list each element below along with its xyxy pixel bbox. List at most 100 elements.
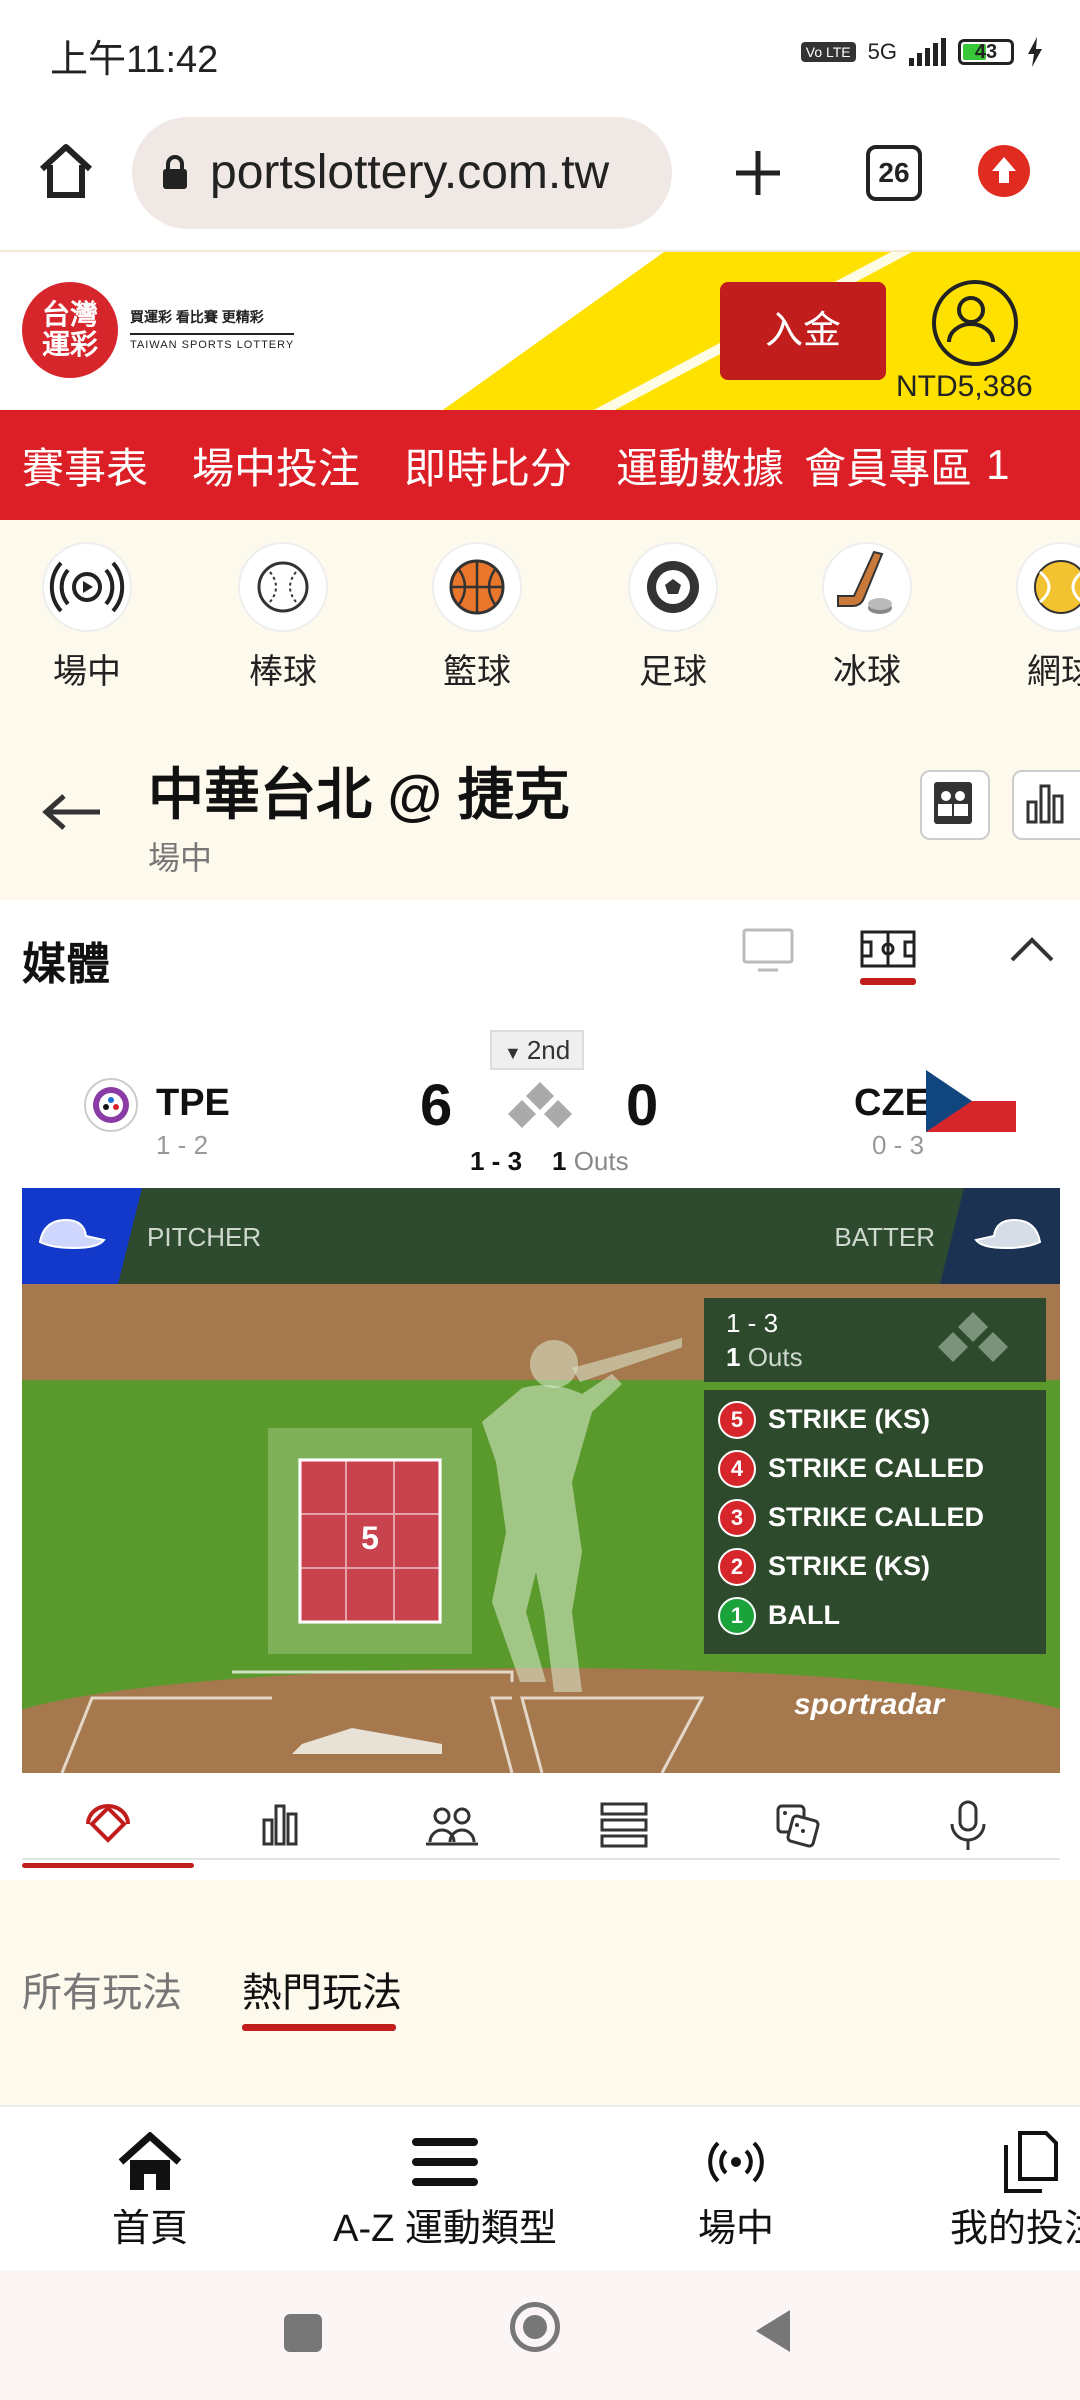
list-icon [600,1802,648,1848]
stats-button[interactable] [1012,770,1080,840]
system-nav-bar [0,2270,1080,2400]
logo-slogan: 買運彩 看比賽 更精彩 TAIWAN SPORTS LOTTERY [130,309,295,351]
pitch-row: 5 STRIKE (KS) [704,1395,1046,1444]
home-team-record: 1 - 2 [156,1130,209,1160]
pitch-location-number: 5 [361,1520,379,1556]
bases-diamond-icon [508,1082,572,1128]
menu-icon [412,2138,478,2186]
nav-item-live-scores[interactable]: 即時比分 [382,435,594,496]
count-panel: 1 - 3 1 Outs [704,1298,1046,1382]
bottom-nav-sports-az[interactable]: A-Z 運動類型 [330,2127,560,2252]
tab-play-by-play[interactable] [538,1780,710,1870]
home-icon[interactable] [36,143,96,199]
back-arrow-icon[interactable] [40,790,104,834]
tpe-flag-icon [84,1078,138,1132]
provider-logo: sportradar [794,1688,945,1721]
bottom-nav-home[interactable]: 首頁 [100,2127,200,2252]
tab-popular-markets[interactable]: 熱門玩法 [242,1960,402,2018]
pitch-list: 5 STRIKE (KS) 4 STRIKE CALLED 3 STRIKE CALL… [704,1390,1046,1654]
clock: 上午11:42 [50,39,219,81]
live-icon [42,542,132,632]
deposit-button[interactable]: 入金 [720,282,886,380]
microphone-icon [950,1800,986,1850]
nav-item-more[interactable]: 1 [982,441,1031,489]
nav-item-schedule[interactable]: 賽事表 [0,435,170,496]
away-team-record: 0 - 3 [872,1130,925,1160]
new-tab-icon[interactable] [732,147,784,199]
tab-all-markets[interactable]: 所有玩法 [22,1960,182,2018]
basketball-icon [432,542,522,632]
lineup-button[interactable] [920,770,990,840]
sport-live[interactable]: 場中 [22,542,152,693]
sport-soccer[interactable]: 足球 [608,542,738,693]
back-system-button[interactable] [754,2308,794,2354]
tab-field[interactable] [22,1780,194,1870]
nav-item-stats[interactable]: 運動數據 [594,435,794,496]
tab-switcher-button[interactable]: 26 [866,145,922,201]
tab-lineups[interactable] [366,1780,538,1870]
recents-button[interactable] [284,2314,322,2352]
nav-item-members[interactable]: 會員專區 [794,435,982,496]
charging-icon [1028,37,1042,67]
tv-icon[interactable] [740,926,796,974]
tab-head-to-head[interactable] [710,1780,882,1870]
cze-flag-icon [926,1070,1016,1132]
baseball-field-graphic: PITCHER BATTER 5 1 - 3 1 Outs 5 STRIKE (K… [22,1188,1060,1773]
pitch-row: 1 BALL [704,1591,1046,1640]
browser-toolbar: portslottery.com.tw 26 [0,105,1080,250]
pitch-row: 2 STRIKE (KS) [704,1542,1046,1591]
field-view-icon[interactable] [858,926,918,974]
baseball-icon [238,542,328,632]
sport-category-row: 場中 棒球 籃球 足球 冰球 網球 [0,520,1080,730]
tennis-icon [1016,542,1080,632]
url-text: portslottery.com.tw [210,146,610,199]
pitcher-label: PITCHER [147,1222,262,1252]
match-header: 中華台北 @ 捷克 場中 [0,730,1080,900]
signal-icon [909,38,946,66]
batter-label: BATTER [834,1222,935,1252]
match-title: 中華台北 @ 捷克 [148,763,570,826]
sport-basketball[interactable]: 籃球 [412,542,542,693]
tab-commentary[interactable] [882,1780,1054,1870]
match-status: 場中 [148,840,213,876]
sport-baseball[interactable]: 棒球 [218,542,348,693]
address-bar[interactable]: portslottery.com.tw [132,117,672,229]
media-heading: 媒體 [22,940,110,989]
live-icon [708,2141,764,2183]
home-icon [118,2132,182,2190]
lineup-icon [934,782,972,824]
home-system-button[interactable] [510,2302,560,2352]
bottom-nav: 首頁 A-Z 運動類型 場中 我的投注 [0,2105,1080,2272]
main-nav: 賽事表 場中投注 即時比分 運動數據 會員專區 1 [0,410,1080,520]
bar-chart-icon [262,1804,298,1846]
network-type: 5G [867,39,897,64]
update-icon[interactable] [978,145,1030,197]
sport-ice-hockey[interactable]: 冰球 [802,542,932,693]
nav-item-live-betting[interactable]: 場中投注 [170,435,382,496]
volte-icon: Vo LTE [800,42,856,62]
account-icon[interactable] [932,280,1018,366]
ice-hockey-icon [822,542,912,632]
soccer-icon [628,542,718,632]
account-balance: NTD5,386 [896,370,1033,403]
bases-diamond-icon [938,1312,1008,1362]
sport-tennis[interactable]: 網球 [996,542,1080,693]
count-display: 1 - 3 [470,1146,523,1176]
away-team-code: CZE [854,1082,930,1124]
pitch-row: 4 STRIKE CALLED [704,1444,1046,1493]
bottom-nav-live[interactable]: 場中 [686,2127,786,2252]
site-logo[interactable]: 台灣 運彩 [22,282,118,378]
collapse-chevron-icon[interactable] [1008,934,1056,964]
pitch-row: 3 STRIKE CALLED [704,1493,1046,1542]
status-bar: 上午11:42 Vo LTE 5G 43 [0,0,1080,105]
bets-icon [1004,2131,1058,2193]
bet-market-tabs: 所有玩法 熱門玩法 [0,1880,1080,2105]
inning-indicator: ▼ 2nd [490,1030,585,1070]
home-score: 6 [420,1073,453,1138]
site-header: 台灣 運彩 買運彩 看比賽 更精彩 TAIWAN SPORTS LOTTERY 入… [0,250,1080,412]
bottom-nav-my-bets[interactable]: 我的投注 [950,2127,1080,2252]
away-score: 0 [626,1073,659,1138]
tab-stats[interactable] [194,1780,366,1870]
dice-icon [776,1804,820,1848]
status-icons: Vo LTE 5G 43 [800,32,1044,72]
